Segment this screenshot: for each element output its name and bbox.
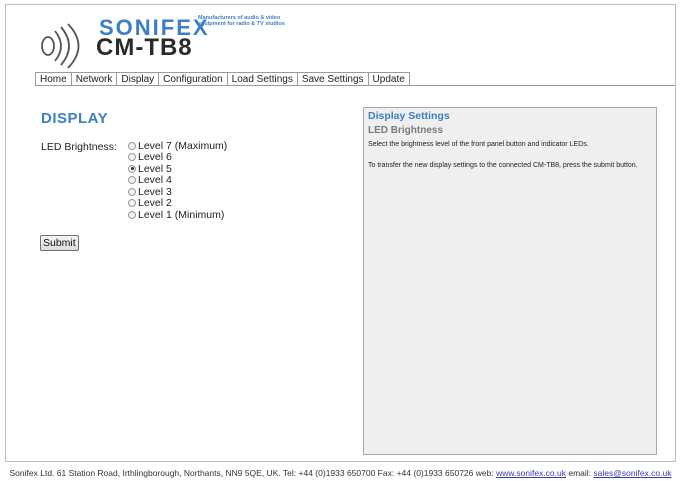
footer: Sonifex Ltd. 61 Station Road, Irthlingbo… [0,468,681,478]
radio-label: Level 2 [138,197,172,210]
radio-option[interactable]: Level 7 (Maximum) [128,140,227,152]
footer-address: Sonifex Ltd. 61 Station Road, Irthlingbo… [9,468,497,478]
website-link[interactable]: www.sonifex.co.uk [496,468,566,478]
radio-label: Level 1 (Minimum) [138,208,225,221]
radio-label: Level 5 [138,162,172,175]
nav-divider [35,85,675,86]
submit-button[interactable]: Submit [40,235,79,251]
brand-tagline: Manufacturers of audio & video equipment… [198,15,285,27]
radio-option[interactable]: Level 1 (Minimum) [128,209,227,221]
radio-button[interactable] [128,199,136,208]
radio-option[interactable]: Level 4 [128,174,227,187]
radio-button[interactable] [128,176,136,185]
page-title: DISPLAY [41,110,109,127]
radio-button[interactable] [128,141,136,150]
main-nav: Home Network Display Configuration Load … [35,72,410,86]
tab-network[interactable]: Network [71,72,118,86]
tab-save-settings[interactable]: Save Settings [297,72,369,86]
device-model: CM-TB8 [96,34,193,61]
tab-update[interactable]: Update [368,72,410,86]
radio-label: Level 7 (Maximum) [138,139,228,152]
radio-button[interactable] [128,187,136,196]
tab-load-settings[interactable]: Load Settings [227,72,298,86]
radio-option[interactable]: Level 5 [128,163,227,175]
email-link[interactable]: sales@sonifex.co.uk [593,468,671,478]
help-subtitle: LED Brightness [368,125,444,136]
led-brightness-label: LED Brightness: [41,141,117,153]
radio-button[interactable] [128,210,136,219]
help-text: Select the brightness level of the front… [368,141,589,148]
radio-label: Level 4 [138,174,172,187]
help-panel: Display Settings LED Brightness Select t… [363,107,657,455]
help-text: To transfer the new display settings to … [368,162,638,169]
radio-option[interactable]: Level 6 [128,151,227,164]
tab-configuration[interactable]: Configuration [159,72,228,86]
radio-label: Level 3 [138,185,172,198]
radio-option[interactable]: Level 3 [128,186,227,198]
radio-button[interactable] [128,153,136,162]
help-title: Display Settings [368,110,450,122]
footer-email-label: email: [565,468,594,478]
tab-display[interactable]: Display [117,72,160,86]
led-brightness-options: Level 7 (Maximum) Level 6 Level 5 Level … [128,140,227,221]
tab-home[interactable]: Home [36,72,72,86]
radio-label: Level 6 [138,151,172,164]
radio-option[interactable]: Level 2 [128,197,227,210]
sonifex-logo-icon [41,23,80,69]
radio-button[interactable] [128,164,136,173]
